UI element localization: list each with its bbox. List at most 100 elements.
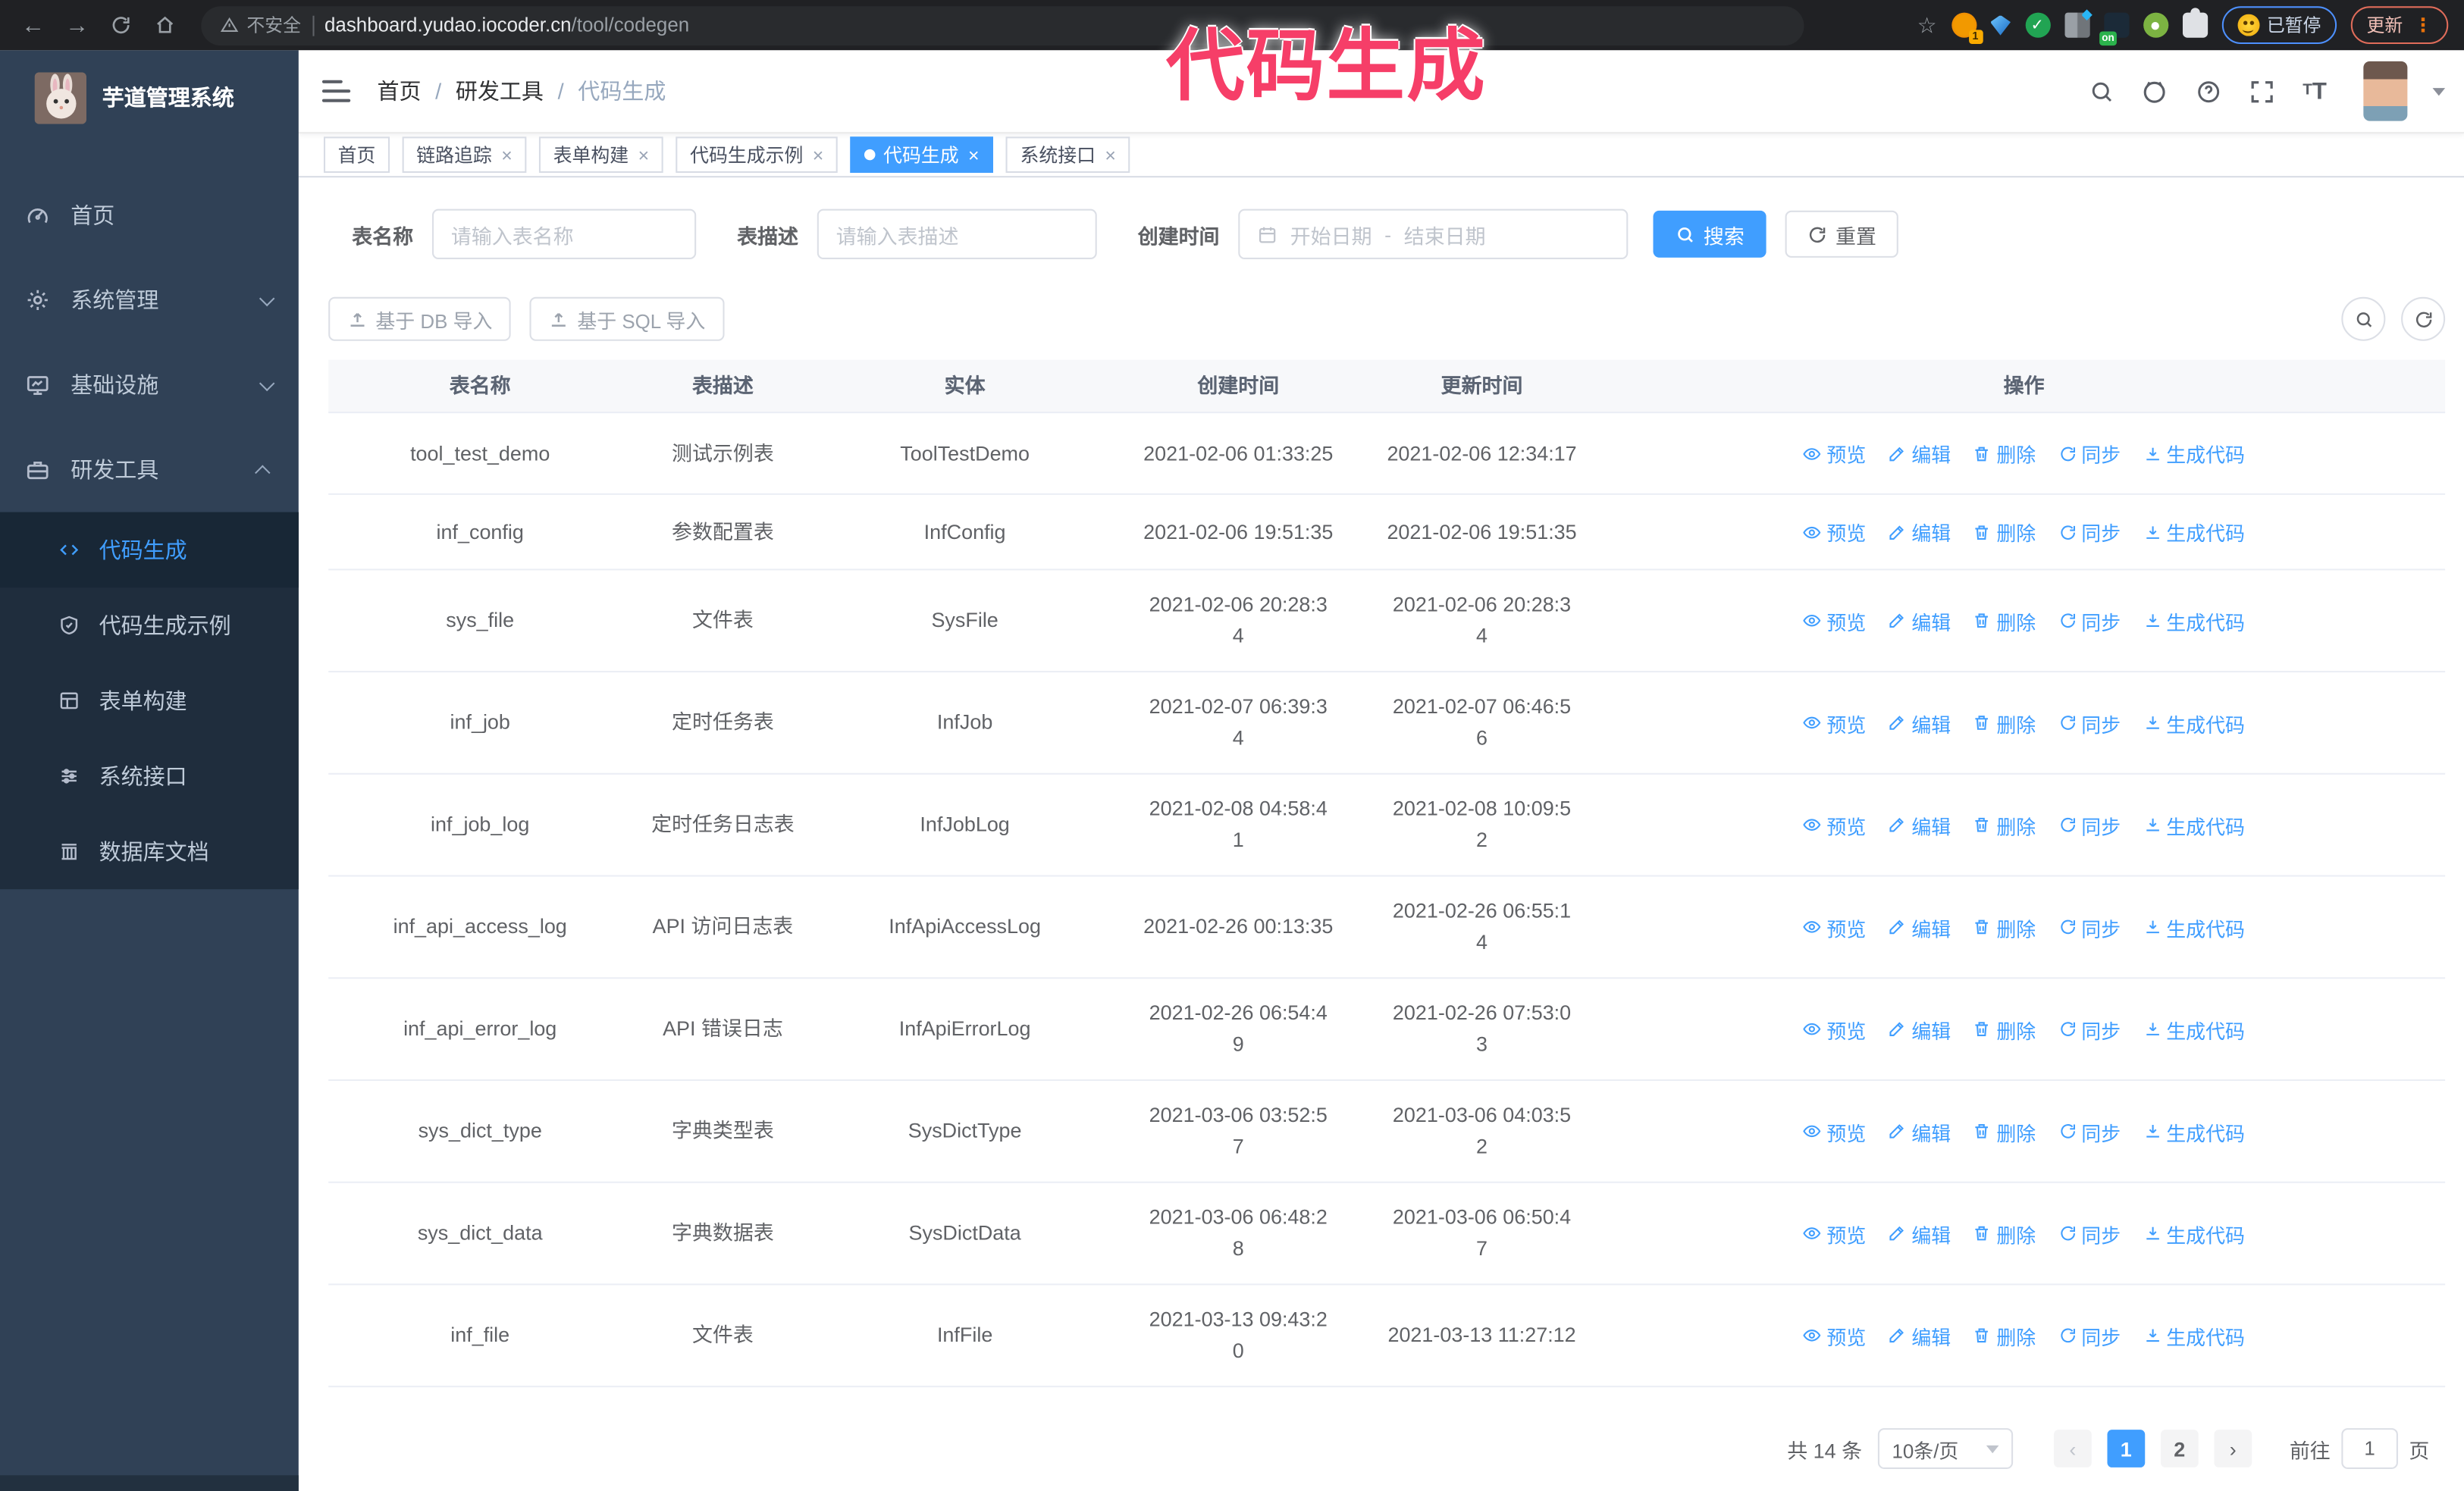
close-tab-icon[interactable]: × — [813, 146, 824, 164]
github-icon[interactable] — [2140, 77, 2168, 105]
ext-orange-extension-icon[interactable]: 1 — [1951, 12, 1983, 45]
action-编辑[interactable]: 编辑 — [1888, 606, 1951, 635]
close-tab-icon[interactable]: × — [1105, 146, 1116, 164]
action-预览[interactable]: 预览 — [1803, 810, 1866, 839]
action-生成代码[interactable]: 生成代码 — [2143, 912, 2245, 941]
action-删除[interactable]: 删除 — [1973, 1320, 2036, 1350]
table-desc-input[interactable]: 请输入表描述 — [817, 208, 1097, 259]
action-生成代码[interactable]: 生成代码 — [2143, 1014, 2245, 1044]
action-删除[interactable]: 删除 — [1973, 1218, 2036, 1248]
action-预览[interactable]: 预览 — [1803, 1117, 1866, 1146]
action-同步[interactable]: 同步 — [2058, 1117, 2121, 1146]
sidebar-item-系统接口[interactable]: 系统接口 — [0, 738, 299, 813]
action-生成代码[interactable]: 生成代码 — [2143, 810, 2245, 839]
close-tab-icon[interactable]: × — [501, 146, 513, 164]
ext-on-extension-icon[interactable]: on — [2099, 12, 2129, 46]
action-删除[interactable]: 删除 — [1973, 1014, 2036, 1044]
tab-表单构建[interactable]: 表单构建 × — [539, 136, 663, 173]
sidebar-item-代码生成示例[interactable]: 代码生成示例 — [0, 587, 299, 662]
action-生成代码[interactable]: 生成代码 — [2143, 708, 2245, 738]
not-secure-warning[interactable]: 不安全 — [220, 13, 301, 38]
import-db-button[interactable]: 基于 DB 导入 — [328, 296, 512, 341]
tab-代码生成[interactable]: 代码生成 × — [850, 136, 994, 173]
action-预览[interactable]: 预览 — [1803, 1014, 1866, 1044]
action-同步[interactable]: 同步 — [2058, 708, 2121, 738]
refresh-table-button[interactable] — [2401, 296, 2446, 341]
action-删除[interactable]: 删除 — [1973, 912, 2036, 941]
action-生成代码[interactable]: 生成代码 — [2143, 517, 2245, 547]
sidebar-item-基础设施[interactable]: 基础设施 — [0, 343, 299, 428]
action-生成代码[interactable]: 生成代码 — [2143, 1218, 2245, 1248]
browser-menu-icon[interactable]: ⋮ — [2414, 14, 2433, 36]
sidebar-item-系统管理[interactable]: 系统管理 — [0, 258, 299, 343]
action-同步[interactable]: 同步 — [2058, 1218, 2121, 1248]
start-date-placeholder[interactable]: 开始日期 — [1290, 219, 1372, 249]
page-number-1[interactable]: 1 — [2107, 1430, 2146, 1468]
page-size-select[interactable]: 10条/页 — [1877, 1428, 2014, 1469]
breadcrumb-home[interactable]: 首页 — [377, 75, 421, 106]
tab-首页[interactable]: 首页 — [323, 136, 390, 173]
action-编辑[interactable]: 编辑 — [1888, 1218, 1951, 1248]
action-同步[interactable]: 同步 — [2058, 606, 2121, 635]
ext-grid-extension-icon[interactable] — [2064, 12, 2089, 38]
sidebar-item-研发工具[interactable]: 研发工具 — [0, 428, 299, 512]
action-同步[interactable]: 同步 — [2058, 1014, 2121, 1044]
toggle-search-button[interactable] — [2341, 296, 2386, 341]
action-编辑[interactable]: 编辑 — [1888, 438, 1951, 468]
end-date-placeholder[interactable]: 结束日期 — [1404, 219, 1486, 249]
browser-home-icon[interactable] — [148, 8, 183, 42]
date-range-picker[interactable]: 开始日期 - 结束日期 — [1238, 208, 1629, 259]
action-同步[interactable]: 同步 — [2058, 1320, 2121, 1350]
reset-button[interactable]: 重置 — [1785, 210, 1898, 258]
ext-gem-extension-icon[interactable] — [1990, 14, 2011, 36]
action-删除[interactable]: 删除 — [1973, 810, 2036, 839]
action-生成代码[interactable]: 生成代码 — [2143, 438, 2245, 468]
action-生成代码[interactable]: 生成代码 — [2143, 606, 2245, 635]
action-同步[interactable]: 同步 — [2058, 517, 2121, 547]
tab-系统接口[interactable]: 系统接口 × — [1005, 136, 1130, 173]
ext-green-check-extension-icon[interactable]: ✓ — [2024, 12, 2050, 38]
hamburger-icon[interactable] — [321, 80, 351, 102]
action-编辑[interactable]: 编辑 — [1888, 708, 1951, 738]
sidebar-item-代码生成[interactable]: 代码生成 — [0, 512, 299, 588]
action-预览[interactable]: 预览 — [1803, 1320, 1866, 1350]
action-删除[interactable]: 删除 — [1973, 517, 2036, 547]
action-删除[interactable]: 删除 — [1973, 1117, 2036, 1146]
action-预览[interactable]: 预览 — [1803, 438, 1866, 468]
sidebar-collapse-bar[interactable] — [0, 1475, 299, 1491]
import-sql-button[interactable]: 基于 SQL 导入 — [530, 296, 725, 341]
action-编辑[interactable]: 编辑 — [1888, 1320, 1951, 1350]
next-page-button[interactable]: › — [2214, 1430, 2252, 1468]
action-预览[interactable]: 预览 — [1803, 517, 1866, 547]
action-同步[interactable]: 同步 — [2058, 438, 2121, 468]
close-tab-icon[interactable]: × — [638, 146, 650, 164]
action-生成代码[interactable]: 生成代码 — [2143, 1117, 2245, 1146]
font-size-icon[interactable]: TT — [2300, 77, 2328, 105]
action-预览[interactable]: 预览 — [1803, 912, 1866, 941]
header-search-icon[interactable] — [2087, 77, 2115, 105]
avatar-caret-icon[interactable] — [2432, 87, 2446, 102]
address-bar[interactable]: 不安全 dashboard.yudao.iocoder.cn/tool/code… — [201, 5, 1804, 45]
sidebar-item-首页[interactable]: 首页 — [0, 173, 299, 258]
close-tab-icon[interactable]: × — [968, 146, 980, 164]
browser-reload-icon[interactable] — [104, 8, 139, 42]
tampermonkey-paused-pill[interactable]: 已暂停 — [2221, 6, 2337, 45]
action-编辑[interactable]: 编辑 — [1888, 1117, 1951, 1146]
goto-page-input[interactable]: 1 — [2341, 1428, 2398, 1469]
action-编辑[interactable]: 编辑 — [1888, 1014, 1951, 1044]
action-编辑[interactable]: 编辑 — [1888, 912, 1951, 941]
tab-链路追踪[interactable]: 链路追踪 × — [402, 136, 527, 173]
table-name-input[interactable]: 请输入表名称 — [432, 208, 697, 259]
bookmark-star-icon[interactable]: ☆ — [1917, 12, 1937, 39]
avatar[interactable] — [2363, 61, 2408, 121]
action-预览[interactable]: 预览 — [1803, 606, 1866, 635]
ext-key-extension-icon[interactable] — [2143, 12, 2168, 38]
browser-forward-icon[interactable]: → — [60, 8, 95, 42]
page-number-2[interactable]: 2 — [2160, 1430, 2199, 1468]
action-删除[interactable]: 删除 — [1973, 438, 2036, 468]
sidebar-item-数据库文档[interactable]: 数据库文档 — [0, 814, 299, 889]
action-删除[interactable]: 删除 — [1973, 606, 2036, 635]
action-编辑[interactable]: 编辑 — [1888, 517, 1951, 547]
tab-代码生成示例[interactable]: 代码生成示例 × — [676, 136, 838, 173]
prev-page-button[interactable]: ‹ — [2053, 1430, 2092, 1468]
